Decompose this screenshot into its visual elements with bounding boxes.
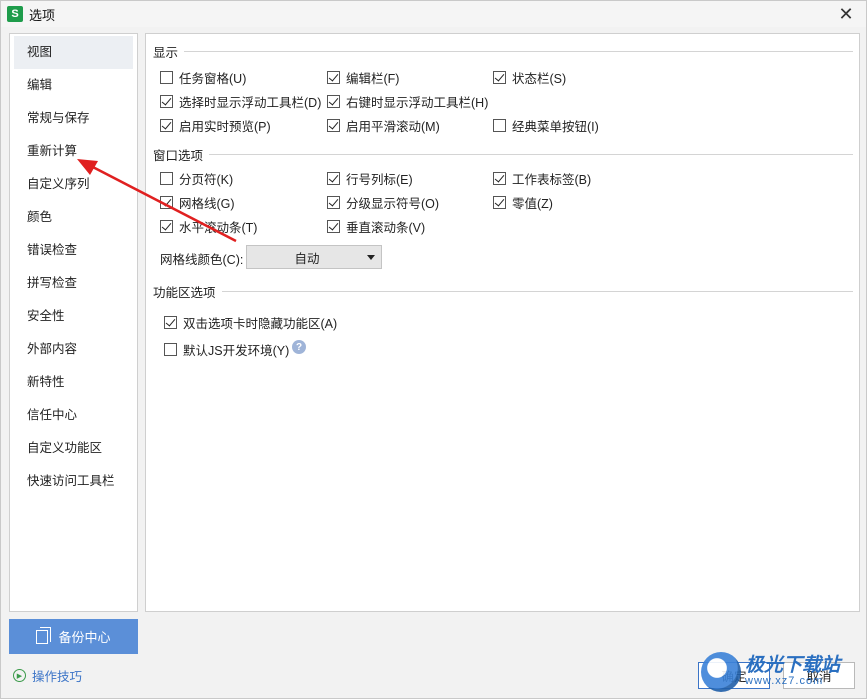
checkbox-label: 启用平滑滚动(M) [346,120,440,134]
checkbox-label: 工作表标签(B) [512,173,592,187]
checkbox-label: 水平滚动条(T) [179,221,258,235]
checkbox-label: 双击选项卡时隐藏功能区(A) [183,317,338,331]
sidebar-item-external-content[interactable]: 外部内容 [14,333,133,366]
checkbox-horizontal-scrollbar[interactable]: 水平滚动条(T) [160,217,257,236]
tips-link[interactable]: ▶ 操作技巧 [13,666,82,685]
options-panel: 显示 任务窗格(U) 编辑栏(F) 状态栏(S) 选择时显示浮动工具栏(D) 右… [145,33,860,612]
checkbox-float-toolbar-select[interactable]: 选择时显示浮动工具栏(D) [160,92,321,111]
grid-color-value: 自动 [294,251,320,266]
sidebar-item-view[interactable]: 视图 [14,36,133,69]
sidebar-item-security[interactable]: 安全性 [14,300,133,333]
checkbox-vertical-scrollbar[interactable]: 垂直滚动条(V) [327,217,425,236]
checkbox-box[interactable] [160,71,173,84]
checkbox-box[interactable] [493,196,506,209]
checkbox-float-toolbar-rightclick[interactable]: 右键时显示浮动工具栏(H) [327,92,488,111]
checkbox-live-preview[interactable]: 启用实时预览(P) [160,116,271,135]
checkbox-label: 状态栏(S) [512,72,567,86]
window-title: 选项 [29,7,56,23]
divider [209,154,853,155]
checkbox-classic-menu[interactable]: 经典菜单按钮(I) [493,116,599,135]
section-ribbon-title: 功能区选项 [153,286,216,300]
sidebar-item-recalculate[interactable]: 重新计算 [14,135,133,168]
divider [221,291,853,292]
ok-button[interactable]: 确定 [698,662,770,689]
sidebar-item-custom-ribbon[interactable]: 自定义功能区 [14,432,133,465]
checkbox-box[interactable] [327,95,340,108]
title-bar: S 选项 ✕ [1,1,866,27]
checkbox-label: 分级显示符号(O) [346,197,440,211]
checkbox-box[interactable] [327,119,340,132]
sidebar-item-new-features[interactable]: 新特性 [14,366,133,399]
grid-color-label: 网格线颜色(C): [160,253,244,267]
checkbox-box[interactable] [160,119,173,132]
checkbox-box[interactable] [160,95,173,108]
checkbox-label: 右键时显示浮动工具栏(H) [346,96,489,110]
section-window-title: 窗口选项 [153,149,204,163]
grid-color-select[interactable]: 自动 [246,245,382,269]
checkbox-box[interactable] [327,196,340,209]
checkbox-box[interactable] [327,172,340,185]
checkbox-box[interactable] [327,220,340,233]
checkbox-box[interactable] [493,71,506,84]
checkbox-status-bar[interactable]: 状态栏(S) [493,68,566,87]
checkbox-label: 经典菜单按钮(I) [512,120,599,134]
sidebar-item-general-save[interactable]: 常规与保存 [14,102,133,135]
close-button[interactable]: ✕ [836,4,856,24]
checkbox-zero-values[interactable]: 零值(Z) [493,193,553,212]
checkbox-smooth-scroll[interactable]: 启用平滑滚动(M) [327,116,440,135]
backup-center-label: 备份中心 [58,630,111,645]
checkbox-gridlines[interactable]: 网格线(G) [160,193,235,212]
section-display: 显示 [153,42,853,61]
checkbox-task-pane[interactable]: 任务窗格(U) [160,68,246,87]
checkbox-box[interactable] [493,172,506,185]
checkbox-label: 选择时显示浮动工具栏(D) [179,96,322,110]
checkbox-box[interactable] [493,119,506,132]
checkbox-sheet-tabs[interactable]: 工作表标签(B) [493,169,591,188]
checkbox-page-break[interactable]: 分页符(K) [160,169,233,188]
checkbox-box[interactable] [327,71,340,84]
checkbox-box[interactable] [160,220,173,233]
sidebar-item-error-check[interactable]: 错误检查 [14,234,133,267]
checkbox-default-js-env[interactable]: 默认JS开发环境(Y) [164,340,289,359]
backup-icon [36,626,52,644]
checkbox-hide-ribbon-dblclick[interactable]: 双击选项卡时隐藏功能区(A) [164,313,337,332]
checkbox-label: 默认JS开发环境(Y) [183,344,290,358]
section-window-options: 窗口选项 [153,145,853,164]
checkbox-label: 启用实时预览(P) [179,120,271,134]
checkbox-label: 零值(Z) [512,197,553,211]
checkbox-formula-bar[interactable]: 编辑栏(F) [327,68,399,87]
checkbox-box[interactable] [160,172,173,185]
sidebar-item-color[interactable]: 颜色 [14,201,133,234]
sidebar-item-edit[interactable]: 编辑 [14,69,133,102]
sidebar-item-quick-access[interactable]: 快速访问工具栏 [14,465,133,498]
options-dialog: S 选项 ✕ 视图 编辑 常规与保存 重新计算 自定义序列 颜色 错误检查 拼写… [0,0,867,699]
sidebar-item-custom-list[interactable]: 自定义序列 [14,168,133,201]
checkbox-label: 网格线(G) [179,197,235,211]
cancel-button[interactable]: 取消 [783,662,855,689]
checkbox-label: 行号列标(E) [346,173,413,187]
sidebar-item-trust-center[interactable]: 信任中心 [14,399,133,432]
tips-label: 操作技巧 [32,670,83,684]
checkbox-outline-symbols[interactable]: 分级显示符号(O) [327,193,439,212]
checkbox-label: 编辑栏(F) [346,72,400,86]
play-circle-icon: ▶ [13,669,26,682]
checkbox-label: 垂直滚动条(V) [346,221,426,235]
checkbox-label: 分页符(K) [179,173,234,187]
checkbox-label: 任务窗格(U) [179,72,247,86]
help-icon[interactable]: ? [292,340,306,354]
section-display-title: 显示 [153,46,179,60]
app-icon: S [7,6,23,22]
sidebar-item-spell-check[interactable]: 拼写检查 [14,267,133,300]
checkbox-box[interactable] [160,196,173,209]
section-ribbon: 功能区选项 [153,282,853,301]
checkbox-row-col-headers[interactable]: 行号列标(E) [327,169,413,188]
checkbox-box[interactable] [164,316,177,329]
checkbox-box[interactable] [164,343,177,356]
backup-center-button[interactable]: 备份中心 [9,619,138,654]
divider [184,51,853,52]
dropdown-arrow-icon [367,254,375,260]
sidebar: 视图 编辑 常规与保存 重新计算 自定义序列 颜色 错误检查 拼写检查 安全性 … [9,33,138,612]
